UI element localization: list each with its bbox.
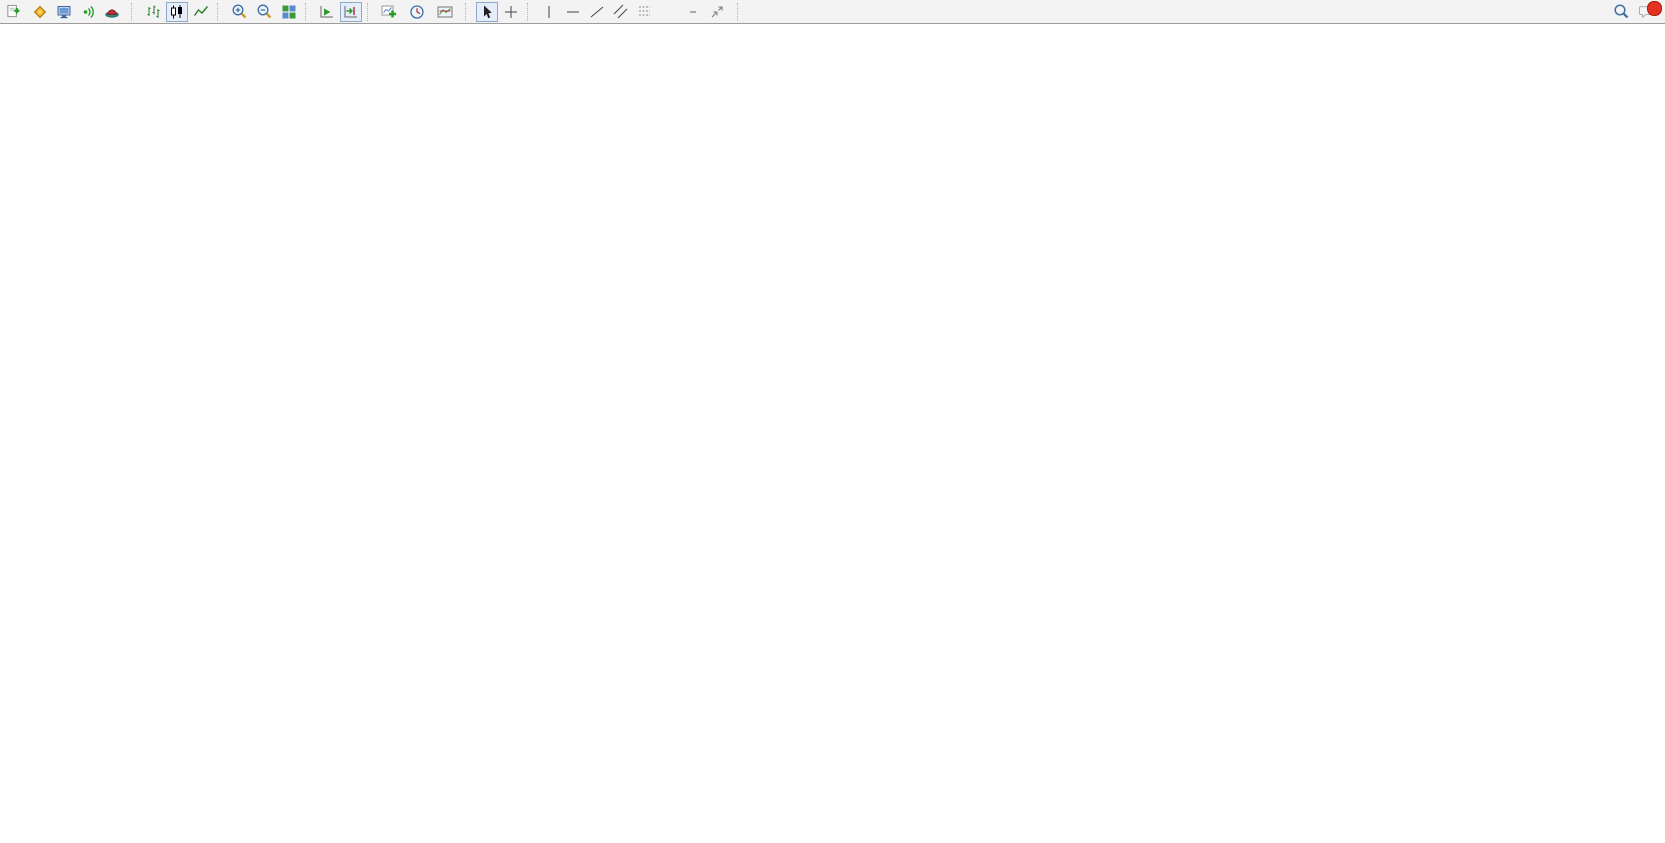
toolbar-separator bbox=[367, 3, 375, 21]
toolbar-separator bbox=[217, 3, 225, 21]
terminal-icon bbox=[56, 4, 72, 20]
profiles-button[interactable] bbox=[29, 2, 51, 22]
arrows-icon bbox=[709, 4, 725, 20]
toolbar-separator bbox=[131, 3, 139, 21]
trendline-icon bbox=[589, 4, 605, 20]
channel-icon bbox=[613, 4, 629, 20]
tile-windows-button[interactable] bbox=[278, 2, 300, 22]
new-order-button[interactable] bbox=[3, 2, 27, 22]
toolbar-separator bbox=[527, 3, 535, 21]
search-icon bbox=[1613, 3, 1630, 20]
search-button[interactable] bbox=[1610, 2, 1633, 22]
auto-scroll-icon bbox=[319, 4, 335, 20]
zoom-in-button[interactable] bbox=[228, 2, 251, 22]
drawing-tools-group bbox=[537, 0, 733, 24]
toolbar bbox=[0, 0, 1665, 24]
toolbar-separator bbox=[305, 3, 313, 21]
line-chart-icon bbox=[193, 4, 209, 20]
fibonacci-button[interactable] bbox=[634, 2, 656, 22]
notification-badge bbox=[1647, 1, 1662, 16]
zoom-out-icon bbox=[256, 3, 273, 20]
text-label-button[interactable] bbox=[682, 2, 704, 22]
scroll-group bbox=[315, 0, 363, 24]
text-label-icon bbox=[690, 11, 696, 13]
fibonacci-icon bbox=[637, 4, 653, 20]
auto-scroll-button[interactable] bbox=[316, 2, 338, 22]
line-chart-button[interactable] bbox=[190, 2, 212, 22]
periods-icon bbox=[409, 4, 425, 20]
crosshair-icon bbox=[503, 4, 519, 20]
chart-shift-icon bbox=[343, 4, 359, 20]
cursor-icon bbox=[479, 4, 495, 20]
horizontal-line-icon bbox=[565, 4, 581, 20]
chart-type-group bbox=[141, 0, 213, 24]
periods-button[interactable] bbox=[406, 2, 432, 22]
trade-group bbox=[0, 0, 127, 24]
cursor-button[interactable] bbox=[476, 2, 498, 22]
candlestick-chart-icon bbox=[169, 4, 185, 20]
zoom-group bbox=[227, 0, 301, 24]
cursor-group bbox=[475, 0, 523, 24]
toolbar-separator bbox=[465, 3, 473, 21]
chart-shift-button[interactable] bbox=[340, 2, 362, 22]
objects-group bbox=[377, 0, 461, 24]
indicators-button[interactable] bbox=[378, 2, 404, 22]
trendline-button[interactable] bbox=[586, 2, 608, 22]
bar-chart-icon bbox=[145, 4, 161, 20]
zoom-out-button[interactable] bbox=[253, 2, 276, 22]
indicators-icon bbox=[381, 4, 397, 20]
text-button[interactable] bbox=[658, 2, 680, 22]
channel-button[interactable] bbox=[610, 2, 632, 22]
vertical-line-button[interactable] bbox=[538, 2, 560, 22]
chat-button[interactable] bbox=[1635, 2, 1659, 22]
tile-windows-icon bbox=[281, 4, 297, 20]
zoom-in-icon bbox=[231, 3, 248, 20]
templates-button[interactable] bbox=[434, 2, 460, 22]
signals-icon bbox=[80, 4, 96, 20]
arrows-button[interactable] bbox=[706, 2, 732, 22]
toolbar-separator bbox=[737, 3, 745, 21]
chart-scene bbox=[0, 0, 1665, 843]
bar-chart-button[interactable] bbox=[142, 2, 164, 22]
new-order-icon bbox=[6, 4, 21, 19]
crosshair-button[interactable] bbox=[500, 2, 522, 22]
auto-trading-icon bbox=[104, 4, 120, 20]
signals-button[interactable] bbox=[77, 2, 99, 22]
horizontal-line-button[interactable] bbox=[562, 2, 584, 22]
candlestick-chart-button[interactable] bbox=[166, 2, 188, 22]
templates-icon bbox=[437, 4, 453, 20]
vertical-line-icon bbox=[541, 4, 557, 20]
profiles-icon bbox=[32, 4, 48, 20]
auto-trading-button[interactable] bbox=[101, 2, 126, 22]
terminal-button[interactable] bbox=[53, 2, 75, 22]
